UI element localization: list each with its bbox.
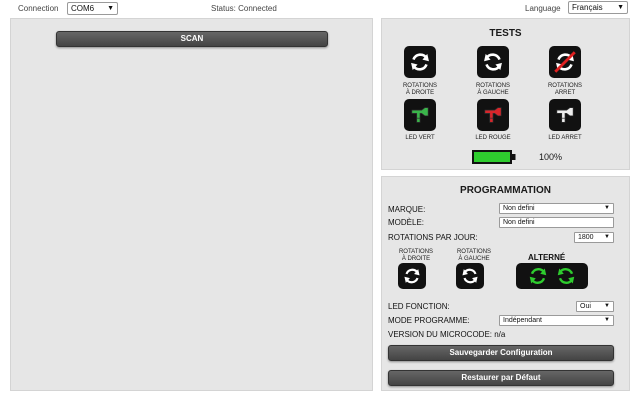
language-label: Language: [525, 4, 561, 13]
test-led-green-label: LED VERT: [405, 135, 435, 141]
test-rotation-stop-button[interactable]: [549, 46, 581, 78]
top-bar: Connection COM6 ▼ Status: Connected Lang…: [0, 0, 640, 16]
led-function-value: Oui: [580, 303, 591, 310]
scan-button[interactable]: SCAN: [56, 31, 328, 47]
direction-alternate-button[interactable]: [516, 263, 588, 289]
test-led-off-label: LED ARRET: [548, 135, 582, 141]
model-input[interactable]: Non defini: [499, 217, 614, 228]
test-rotate-left-label: ROTATIONS À GAUCHE: [475, 83, 511, 96]
led-off-icon: [552, 102, 578, 128]
restore-defaults-button[interactable]: Restaurer par Défaut: [388, 370, 614, 386]
led-function-label: LED FONCTION:: [388, 302, 450, 311]
test-led-green-button[interactable]: [404, 99, 436, 131]
connection-select-value: COM6: [71, 4, 95, 13]
rotate-left-icon: [459, 265, 481, 287]
rotations-per-day-value: 1800: [578, 234, 594, 241]
program-mode-value: Indépendant: [503, 317, 542, 324]
rotate-right-icon: [524, 264, 552, 288]
direction-left-button[interactable]: [456, 263, 484, 289]
chevron-down-icon: ▼: [604, 317, 610, 323]
brand-select-value: Non defini: [503, 205, 535, 212]
save-configuration-button[interactable]: Sauvegarder Configuration: [388, 345, 614, 361]
programmation-title: PROGRAMMATION: [460, 185, 551, 196]
program-mode-label: MODE PROGRAMME:: [388, 316, 470, 325]
direction-right-button[interactable]: [398, 263, 426, 289]
status-text: Status: Connected: [211, 4, 277, 13]
connection-label: Connection: [18, 4, 59, 13]
direction-right-label: ROTATIONS À DROITE: [398, 249, 434, 262]
alternate-label: ALTERNÉ: [528, 253, 566, 262]
test-led-red-label: LED ROUGE: [475, 135, 511, 141]
rotations-per-day-label: ROTATIONS PAR JOUR:: [388, 233, 478, 242]
rotate-left-icon: [552, 264, 580, 288]
chevron-down-icon: ▼: [107, 5, 114, 12]
device-list-panel: SCAN: [10, 18, 373, 391]
led-green-icon: [407, 102, 433, 128]
tests-panel: TESTS ROTATIONS À DROITE ROTATIONS À GAUCH…: [381, 18, 630, 170]
connection-select[interactable]: COM6 ▼: [67, 2, 118, 15]
test-rotate-left-button[interactable]: [477, 46, 509, 78]
battery-icon: [472, 150, 516, 164]
tests-title: TESTS: [489, 28, 522, 39]
led-red-icon: [480, 102, 506, 128]
test-led-off-button[interactable]: [549, 99, 581, 131]
chevron-down-icon: ▼: [617, 4, 624, 11]
language-select[interactable]: Français ▼: [568, 1, 628, 14]
test-rotate-right-button[interactable]: [404, 46, 436, 78]
test-rotate-right-label: ROTATIONS À DROITE: [402, 83, 438, 96]
battery-percentage: 100%: [539, 152, 563, 162]
chevron-down-icon: ▼: [604, 234, 610, 240]
programmation-panel: PROGRAMMATION MARQUE: Non defini ▼ MODÈL…: [381, 176, 630, 391]
direction-left-label: ROTATIONS À GAUCHE: [456, 249, 492, 262]
firmware-version: VERSION DU MICROCODE: n/a: [388, 330, 506, 339]
led-function-select[interactable]: Oui ▼: [576, 301, 614, 312]
model-input-value: Non defini: [503, 219, 535, 226]
model-label: MODÈLE:: [388, 218, 425, 227]
brand-label: MARQUE:: [388, 205, 426, 214]
rotations-per-day-select[interactable]: 1800 ▼: [574, 232, 614, 243]
test-rotation-stop-label: ROTATIONS ARRET: [547, 83, 583, 96]
test-led-red-button[interactable]: [477, 99, 509, 131]
rotation-stop-icon: [554, 51, 576, 73]
rotate-right-icon: [401, 265, 423, 287]
chevron-down-icon: ▼: [604, 205, 610, 211]
rotate-left-icon: [480, 49, 506, 75]
language-select-value: Français: [572, 3, 603, 12]
program-mode-select[interactable]: Indépendant ▼: [499, 315, 614, 326]
brand-select[interactable]: Non defini ▼: [499, 203, 614, 214]
chevron-down-icon: ▼: [604, 303, 610, 309]
rotate-right-icon: [407, 49, 433, 75]
